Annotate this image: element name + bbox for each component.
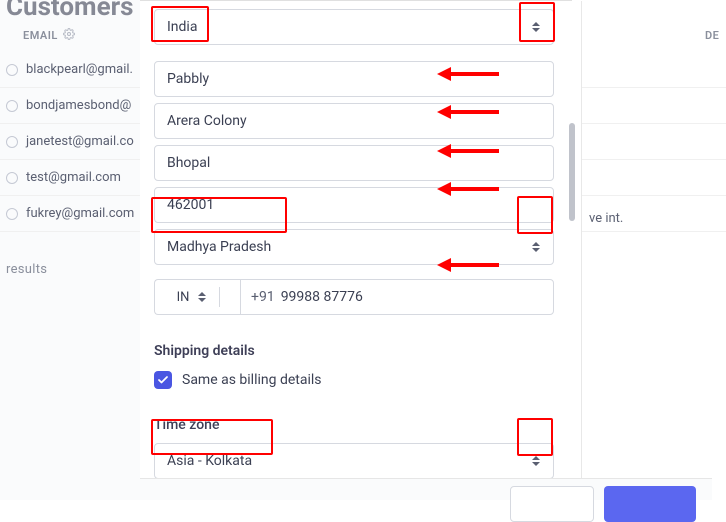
chevron-updown-icon (195, 289, 209, 305)
cancel-button[interactable] (510, 486, 594, 522)
chevron-updown-icon (529, 239, 543, 255)
phone-input[interactable]: +91 99988 87776 (240, 279, 554, 315)
row-email: blackpearl@gmail. (26, 62, 133, 77)
annotation-arrow (437, 182, 499, 196)
annotation-arrow (437, 67, 499, 81)
row-select-radio[interactable] (6, 208, 18, 220)
annotation-highlight (151, 419, 273, 455)
annotation-highlight (517, 196, 553, 234)
annotation-highlight (519, 2, 555, 42)
timezone-value: Asia - Kolkata (167, 453, 252, 469)
annotation-highlight (151, 6, 209, 42)
phone-cc-code: IN (177, 290, 190, 305)
country-select[interactable]: India (154, 9, 554, 45)
row-select-radio[interactable] (6, 172, 18, 184)
address-value: Arera Colony (167, 113, 247, 129)
phone-prefix: +91 (251, 289, 275, 305)
annotation-highlight (517, 418, 553, 456)
column-header-email: EMAIL (23, 29, 58, 42)
row-select-radio[interactable] (6, 100, 18, 112)
same-as-billing-row: Same as billing details (154, 371, 558, 389)
row-select-radio[interactable] (6, 136, 18, 148)
results-text: results (6, 262, 47, 277)
shipping-section-title: Shipping details (154, 343, 558, 359)
phone-number: 99988 87776 (281, 289, 363, 305)
annotation-highlight (151, 197, 287, 233)
state-value: Madhya Pradesh (167, 239, 271, 255)
row-email: test@gmail.com (26, 170, 121, 185)
modal-right-edge (572, 1, 582, 479)
phone-country-code-select[interactable]: IN (154, 279, 240, 315)
row-select-radio[interactable] (6, 64, 18, 76)
city-value: Bhopal (167, 155, 210, 171)
modal-footer (140, 478, 712, 500)
same-as-billing-checkbox[interactable] (154, 371, 172, 389)
row-email: fukrey@gmail.com (26, 206, 134, 221)
annotation-arrow (437, 105, 499, 119)
row-email: bondjamesbond@ (26, 98, 131, 113)
submit-button[interactable] (604, 486, 696, 522)
column-header-right: DE (705, 29, 719, 42)
gear-icon[interactable] (63, 28, 75, 43)
bg-plan-text: ve int. (589, 211, 623, 226)
row-email: janetest@gmail.co (26, 134, 134, 149)
page-title: Customers (6, 0, 134, 22)
annotation-arrow (437, 144, 499, 158)
same-as-billing-label: Same as billing details (182, 372, 322, 388)
annotation-arrow (437, 258, 499, 272)
scrollbar[interactable] (569, 123, 575, 221)
company-value: Pabbly (167, 71, 209, 87)
phone-field: IN +91 99988 87776 (154, 279, 554, 315)
